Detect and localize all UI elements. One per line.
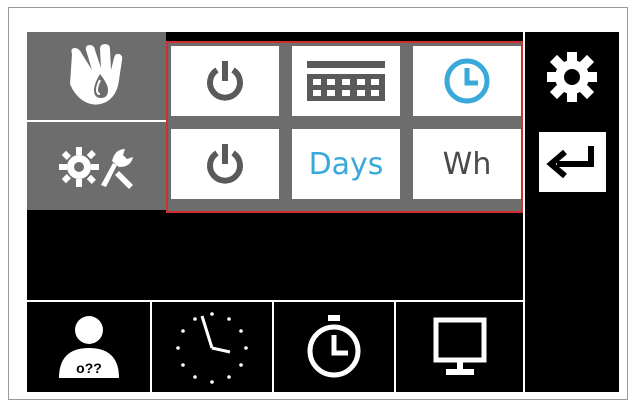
- analog-clock-button[interactable]: [152, 302, 272, 392]
- analog-clock-icon: [176, 312, 248, 384]
- clock-icon: [444, 58, 490, 104]
- empty-area: [27, 213, 523, 302]
- days-label: Days: [308, 146, 384, 182]
- clock-button[interactable]: [413, 46, 521, 116]
- power-button-2[interactable]: [171, 129, 279, 199]
- user-icon: o??: [58, 316, 119, 378]
- power-icon: [207, 61, 243, 101]
- keypad-button[interactable]: [292, 46, 400, 116]
- control-screen: Days Wh o??: [27, 32, 619, 392]
- enter-arrow-icon: [545, 146, 594, 179]
- settings-button[interactable]: [545, 50, 599, 104]
- user-button[interactable]: o??: [27, 302, 150, 392]
- power-icon: [207, 144, 243, 184]
- wh-button[interactable]: Wh: [413, 129, 521, 199]
- right-panel: [523, 32, 619, 392]
- timer-icon: [307, 315, 361, 378]
- user-badge-text: o??: [76, 360, 102, 376]
- enter-button[interactable]: [539, 132, 606, 192]
- monitor-button[interactable]: [396, 302, 523, 392]
- timer-button[interactable]: [274, 302, 394, 392]
- power-button-1[interactable]: [171, 46, 279, 116]
- highlighted-button-group: Days Wh: [166, 41, 523, 213]
- hand-water-drop-icon: [69, 44, 122, 105]
- water-mode-button[interactable]: [27, 32, 166, 120]
- monitor-icon: [433, 317, 486, 375]
- gear-icon: [547, 52, 597, 102]
- maintenance-button[interactable]: [27, 122, 166, 210]
- days-button[interactable]: Days: [292, 129, 400, 199]
- keypad-grid-icon: [307, 61, 385, 101]
- gear-tools-icon: [58, 147, 133, 189]
- bottom-bar: o??: [27, 300, 523, 392]
- wh-label: Wh: [442, 146, 492, 182]
